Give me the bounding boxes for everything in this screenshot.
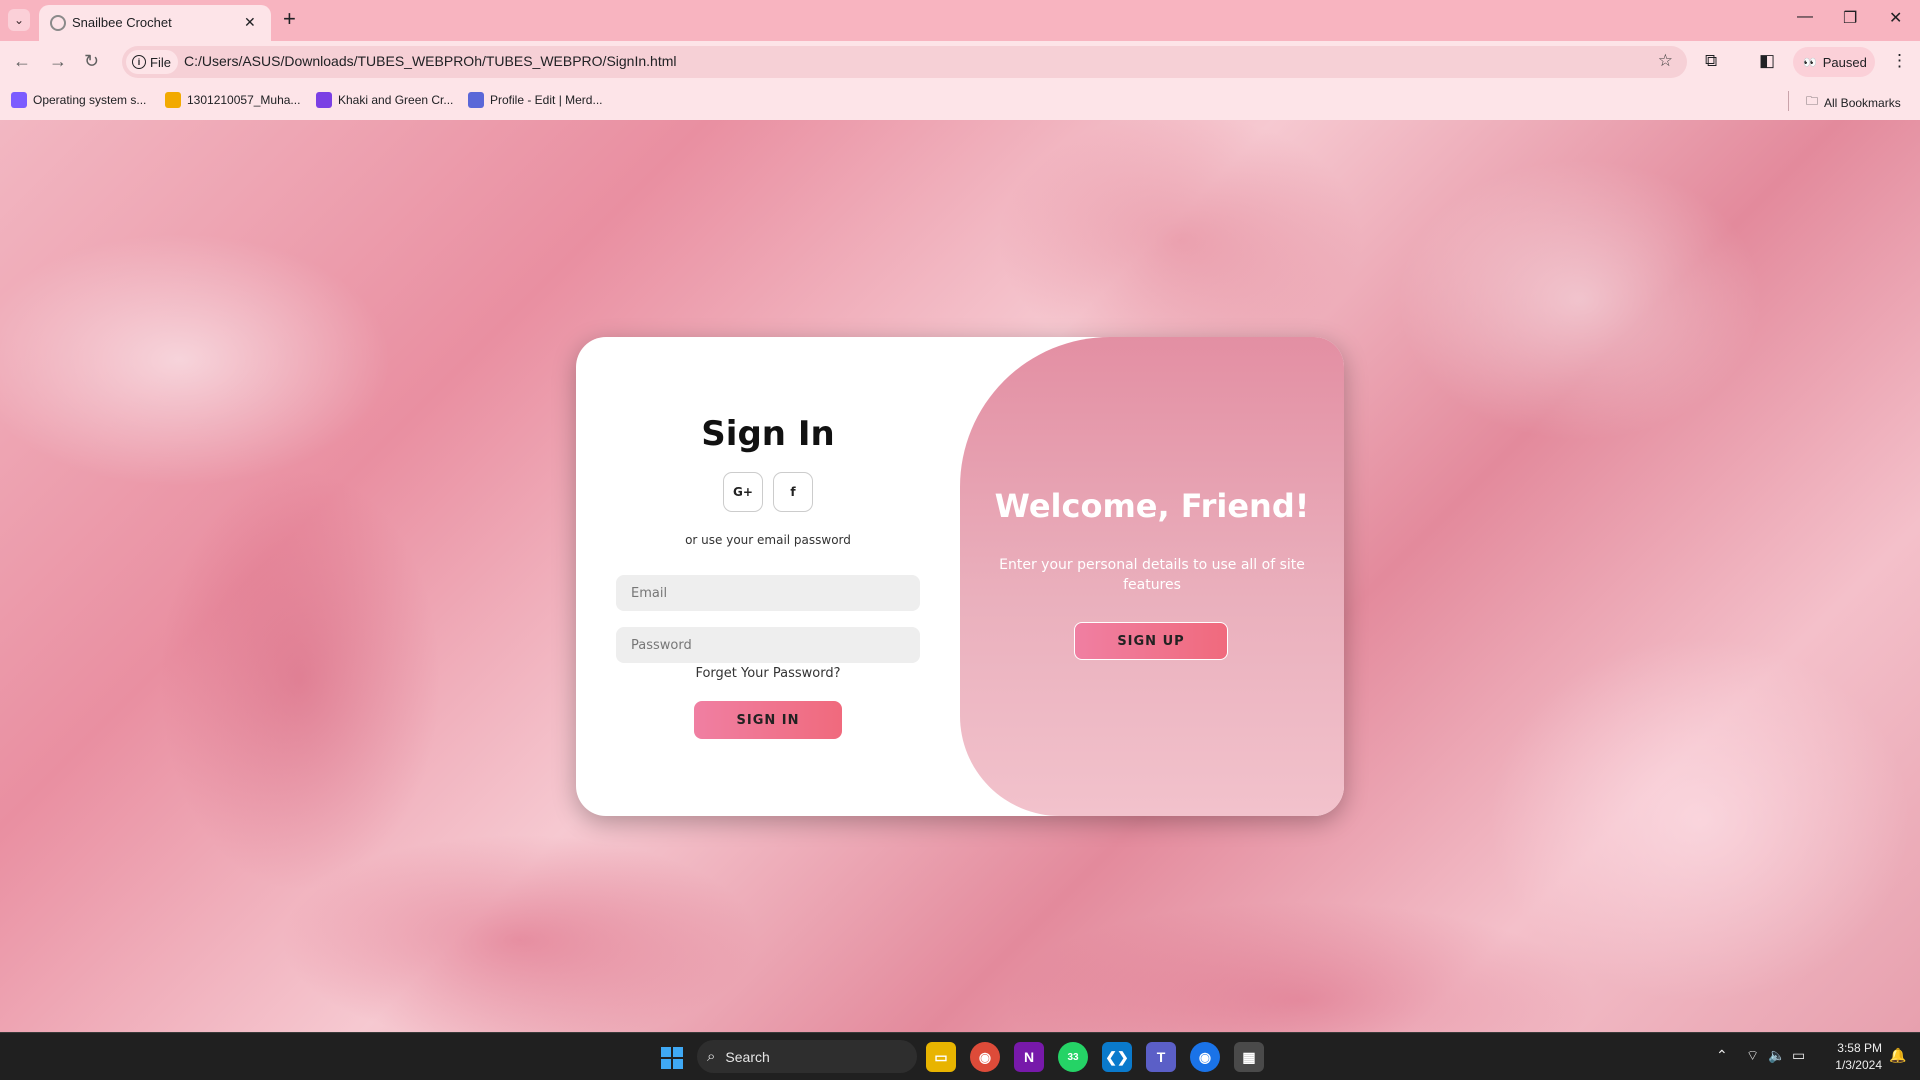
browser-toolbar: ← → ↻ i File C:/Users/ASUS/Downloads/TUB… (0, 41, 1920, 83)
close-tab-icon[interactable]: ✕ (244, 14, 256, 31)
signin-button[interactable]: SIGN IN (694, 701, 842, 739)
bookmark-star-icon[interactable]: ☆ (1658, 51, 1673, 71)
volume-icon[interactable]: 🔈 (1768, 1047, 1785, 1064)
site-info-chip[interactable]: i File (126, 50, 178, 74)
globe-icon (50, 15, 66, 31)
taskbar-search[interactable]: ⌕ Search (697, 1040, 917, 1073)
welcome-text: Enter your personal details to use all o… (999, 557, 1305, 593)
bookmarks-divider (1788, 91, 1789, 111)
notification-bell-icon[interactable]: 🔔 (1889, 1047, 1906, 1064)
url-text[interactable]: C:/Users/ASUS/Downloads/TUBES_WEBPROh/TU… (184, 53, 676, 69)
minimize-icon[interactable]: — (1797, 8, 1813, 26)
restore-icon[interactable]: ❐ (1843, 8, 1857, 28)
all-bookmarks[interactable]: 🗀 All Bookmarks (1806, 92, 1901, 113)
browser-tab-bar: ⌄ Snailbee Crochet ✕ + — ❐ ✕ (0, 0, 1920, 41)
taskbar-search-label: Search (725, 1048, 770, 1065)
clock-date: 1/3/2024 (1835, 1058, 1882, 1072)
bookmark-item[interactable]: Profile - Edit | Merd... (468, 92, 602, 108)
bookmark-label: Profile - Edit | Merd... (490, 93, 603, 107)
teams-icon[interactable]: T (1146, 1042, 1176, 1072)
wifi-icon[interactable]: ⌔ (1746, 1047, 1759, 1065)
bookmark-label: Khaki and Green Cr... (338, 93, 454, 107)
bookmark-item[interactable]: 1301210057_Muha... (165, 92, 300, 108)
profile-status: Paused (1822, 54, 1867, 70)
folder-icon: 🗀 (1806, 94, 1819, 108)
profile-button[interactable]: 👀 Paused (1793, 47, 1875, 77)
windows-start-icon[interactable] (661, 1047, 683, 1069)
site-info-label: File (150, 54, 171, 70)
cc-logo-icon (165, 92, 181, 108)
search-icon: ⌕ (707, 1048, 716, 1065)
extensions-icon[interactable]: ⧉ (1705, 51, 1717, 71)
page-background: Sign In G+ f or use your email password … (0, 120, 1920, 1032)
windows-taskbar: ⌕ Search ▭ ◉ N 33 ❮❯ T ◉ ▦ ⌃ ⌔ 🔈 ▭ 3:58 … (0, 1032, 1920, 1080)
forward-icon[interactable]: → (49, 51, 67, 72)
file-explorer-icon[interactable]: ▭ (926, 1042, 956, 1072)
avatar: 👀 (1803, 56, 1817, 69)
browser-tab[interactable]: Snailbee Crochet ✕ (39, 5, 271, 41)
signup-button[interactable]: SIGN UP (1074, 622, 1228, 660)
calculator-icon[interactable]: ▦ (1234, 1042, 1264, 1072)
whatsapp-icon[interactable]: 33 (1058, 1042, 1088, 1072)
reload-icon[interactable]: ↻ (84, 51, 99, 72)
onenote-icon[interactable]: N (1014, 1042, 1044, 1072)
email-field[interactable] (616, 575, 920, 611)
back-icon[interactable]: ← (13, 51, 31, 72)
chrome-icon[interactable]: ◉ (970, 1042, 1000, 1072)
more-menu-icon[interactable]: ⋮ (1891, 51, 1908, 71)
bookmark-item[interactable]: Khaki and Green Cr... (316, 92, 453, 108)
signin-form: Sign In G+ f or use your email password … (576, 337, 960, 816)
chrome-profile-icon[interactable]: ◉ (1190, 1042, 1220, 1072)
welcome-title: Welcome, Friend! (994, 487, 1310, 525)
alt-login-text: or use your email password (685, 533, 851, 547)
heart-logo-icon (316, 92, 332, 108)
close-window-icon[interactable]: ✕ (1889, 8, 1902, 28)
bookmarks-bar: Operating system s... 1301210057_Muha...… (0, 83, 1920, 120)
tray-chevron-icon[interactable]: ⌃ (1716, 1047, 1728, 1064)
battery-icon[interactable]: ▭ (1792, 1047, 1805, 1064)
info-icon: i (132, 55, 146, 69)
vscode-icon[interactable]: ❮❯ (1102, 1042, 1132, 1072)
password-field[interactable] (616, 627, 920, 663)
purple-logo-icon (11, 92, 27, 108)
forgot-password-link[interactable]: Forget Your Password? (576, 666, 960, 681)
taskbar-clock[interactable]: 3:58 PM 1/3/2024 (1818, 1040, 1882, 1074)
bookmark-label: 1301210057_Muha... (187, 93, 301, 107)
all-bookmarks-label: All Bookmarks (1824, 95, 1901, 110)
welcome-panel: Welcome, Friend! Enter your personal det… (960, 337, 1344, 816)
whatsapp-badge: 33 (1067, 1051, 1079, 1063)
side-panel-icon[interactable]: ◧ (1759, 51, 1775, 71)
signin-title: Sign In (701, 414, 835, 454)
tab-search-chevron-icon[interactable]: ⌄ (8, 9, 30, 31)
bookmark-item[interactable]: Operating system s... (11, 92, 146, 108)
bookmark-label: Operating system s... (33, 93, 147, 107)
grid-logo-icon (468, 92, 484, 108)
social-login-group: G+ f (723, 472, 813, 512)
auth-card: Sign In G+ f or use your email password … (576, 337, 1344, 816)
address-bar[interactable]: i File C:/Users/ASUS/Downloads/TUBES_WEB… (122, 46, 1687, 78)
clock-time: 3:58 PM (1837, 1041, 1882, 1055)
tab-title: Snailbee Crochet (72, 15, 172, 30)
facebook-icon[interactable]: f (773, 472, 813, 512)
google-plus-icon[interactable]: G+ (723, 472, 763, 512)
new-tab-icon[interactable]: + (283, 8, 296, 30)
